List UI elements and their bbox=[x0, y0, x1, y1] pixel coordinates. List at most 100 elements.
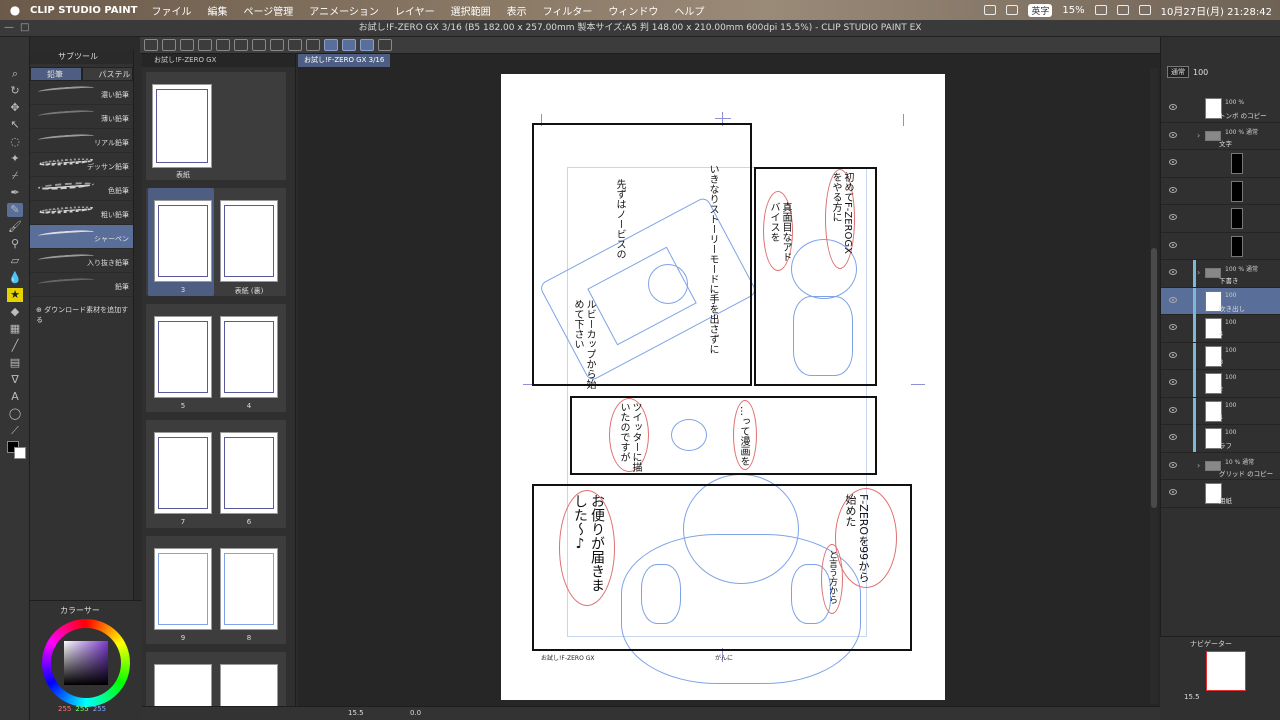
menu-layer[interactable]: レイヤー bbox=[395, 3, 435, 18]
bluetooth-icon[interactable] bbox=[1006, 5, 1019, 15]
zoom-value[interactable]: 15.5 bbox=[348, 709, 364, 717]
magic-wand-icon[interactable]: ✦ bbox=[7, 152, 23, 166]
input-mode-badge[interactable]: 英字 bbox=[1028, 3, 1053, 17]
visibility-eye-icon[interactable] bbox=[1169, 241, 1177, 248]
layer-row[interactable]: › 100 % 通常 文字 bbox=[1161, 123, 1280, 150]
layer-row[interactable]: 100 ラフ bbox=[1161, 425, 1280, 453]
eyedropper-icon[interactable]: ⌿ bbox=[7, 169, 23, 183]
app-name-menu[interactable]: CLIP STUDIO PAINT bbox=[30, 5, 137, 16]
visibility-eye-icon[interactable] bbox=[1169, 434, 1177, 440]
save-icon[interactable] bbox=[198, 39, 212, 51]
clip-studio-icon[interactable] bbox=[144, 39, 158, 51]
dialogue-text[interactable]: と言う方から bbox=[826, 550, 838, 610]
spread-3[interactable]: 3 表紙 (裏) bbox=[146, 188, 286, 296]
layer-row[interactable]: › 100 % 通常 下書き bbox=[1161, 260, 1280, 288]
rotation-value[interactable]: 0.0 bbox=[410, 709, 421, 717]
brush-tool-icon[interactable]: 🖌 bbox=[7, 220, 23, 234]
pencil-tool-icon[interactable]: ✎ bbox=[7, 203, 23, 217]
color-wheel[interactable] bbox=[42, 619, 130, 707]
minimize-icon[interactable]: — bbox=[4, 22, 14, 33]
layer-row[interactable]: 100 3 bbox=[1161, 342, 1280, 370]
ruler-tool-icon[interactable]: ∇ bbox=[7, 373, 23, 387]
menu-view[interactable]: 表示 bbox=[507, 3, 527, 18]
snap-ruler-icon[interactable] bbox=[324, 39, 338, 51]
menu-selection[interactable]: 選択範囲 bbox=[451, 3, 491, 18]
layer-row[interactable] bbox=[1161, 233, 1280, 260]
visibility-eye-icon[interactable] bbox=[1169, 351, 1177, 358]
figure-tool-icon[interactable]: ╱ bbox=[7, 339, 23, 353]
eraser-icon[interactable]: ▱ bbox=[7, 254, 23, 268]
blend-tool-icon[interactable]: 💧 bbox=[7, 271, 23, 285]
zoom-tool-icon[interactable]: ⌕ bbox=[7, 67, 23, 81]
brush-item[interactable]: デッサン鉛筆 bbox=[30, 153, 133, 177]
dialogue-text[interactable]: 先ずはノービスの bbox=[613, 179, 625, 259]
new-file-icon[interactable] bbox=[162, 39, 176, 51]
operation-tool-icon[interactable]: ↖ bbox=[7, 118, 23, 132]
menu-window[interactable]: ウィンドウ bbox=[608, 3, 658, 18]
layer-row[interactable]: 100 吹き出し bbox=[1161, 287, 1280, 315]
visibility-eye-icon[interactable] bbox=[1169, 131, 1177, 138]
page-manager-tab[interactable]: お試し!F-ZERO GX bbox=[142, 54, 295, 67]
brush-item[interactable]: 鉛筆 bbox=[30, 273, 133, 297]
layer-row[interactable]: 100 1 bbox=[1161, 397, 1280, 425]
spread-5-4[interactable]: 5 4 bbox=[146, 304, 286, 412]
brush-item[interactable]: 濃い鉛筆 bbox=[30, 81, 133, 105]
wifi-icon[interactable] bbox=[1116, 5, 1129, 15]
help-icon[interactable] bbox=[378, 39, 392, 51]
manga-page[interactable]: いきなりストーリーモードに手を出さずに 先ずはノービスの ルビーカップから始めて… bbox=[501, 74, 945, 700]
redo-icon[interactable] bbox=[234, 39, 248, 51]
visibility-eye-icon[interactable] bbox=[1169, 214, 1177, 220]
move-tool-icon[interactable]: ✥ bbox=[7, 101, 23, 115]
menu-filter[interactable]: フィルター bbox=[543, 3, 593, 18]
layer-opacity[interactable]: 100 bbox=[1193, 68, 1208, 77]
canvas-area[interactable]: お試し!F-ZERO GX 3/16 いきなりストーリーモードに手を出さずに 先… bbox=[298, 54, 1160, 706]
layer-row[interactable] bbox=[1161, 178, 1280, 205]
layer-row[interactable]: › 10 % 通常 グリッド のコピー bbox=[1161, 453, 1280, 480]
fill-tool-icon[interactable]: ◆ bbox=[7, 305, 23, 319]
visibility-eye-icon[interactable] bbox=[1169, 406, 1177, 413]
restore-icon[interactable]: □ bbox=[20, 22, 29, 33]
color-saturation-square[interactable] bbox=[64, 641, 108, 685]
layer-row[interactable]: 100 4 bbox=[1161, 315, 1280, 343]
menu-edit[interactable]: 編集 bbox=[207, 3, 227, 18]
menu-animation[interactable]: アニメーション bbox=[309, 3, 379, 18]
download-material-button[interactable]: ⊕ ダウンロード素材を追加する bbox=[30, 297, 133, 325]
visibility-eye-icon[interactable] bbox=[1169, 489, 1177, 495]
visibility-eye-icon[interactable] bbox=[1169, 104, 1177, 110]
folder-chevron-icon[interactable]: › bbox=[1197, 268, 1200, 277]
panel-1[interactable] bbox=[532, 123, 752, 386]
canvas-scrollbar[interactable] bbox=[1150, 68, 1158, 704]
snap-grid-icon[interactable] bbox=[360, 39, 374, 51]
visibility-eye-icon[interactable] bbox=[1169, 296, 1177, 303]
undo-icon[interactable] bbox=[216, 39, 230, 51]
text-tool-icon[interactable]: A bbox=[7, 390, 23, 404]
dialogue-text[interactable]: ルビーカップから始めて下さい bbox=[571, 299, 595, 389]
tab-pencil[interactable]: 鉛筆 bbox=[30, 67, 82, 81]
brush-item[interactable]: 入り抜き鉛筆 bbox=[30, 249, 133, 273]
folder-chevron-icon[interactable]: › bbox=[1197, 131, 1200, 140]
menu-page[interactable]: ページ管理 bbox=[243, 3, 293, 18]
tab-pastel[interactable]: パステル bbox=[81, 67, 133, 81]
menu-help[interactable]: ヘルプ bbox=[674, 3, 704, 18]
sub-color-swatch[interactable] bbox=[14, 447, 26, 459]
fill-icon[interactable] bbox=[270, 39, 284, 51]
dialogue-text[interactable]: いきなりストーリーモードに手を出さずに bbox=[706, 164, 718, 364]
blend-mode-select[interactable]: 通常 bbox=[1167, 66, 1189, 78]
visibility-eye-icon[interactable] bbox=[1169, 159, 1177, 165]
document-tab[interactable]: お試し!F-ZERO GX 3/16 bbox=[298, 54, 391, 67]
correct-line-icon[interactable]: ⟋ bbox=[7, 424, 23, 438]
dialogue-text[interactable]: お便りが届きました～♪ bbox=[571, 494, 605, 604]
balloon-tool-icon[interactable]: ◯ bbox=[7, 407, 23, 421]
spread-9-8[interactable]: 9 8 bbox=[146, 536, 286, 644]
dialogue-text[interactable]: ツイッターに描いたのですが bbox=[617, 402, 641, 472]
snap-special-ruler-icon[interactable] bbox=[342, 39, 356, 51]
visibility-eye-icon[interactable] bbox=[1169, 324, 1177, 330]
spread-next[interactable] bbox=[146, 652, 286, 712]
control-center-icon[interactable] bbox=[1138, 5, 1151, 15]
frame-tool-icon[interactable]: ▤ bbox=[7, 356, 23, 370]
layer-row[interactable] bbox=[1161, 205, 1280, 233]
brush-item[interactable]: 薄い鉛筆 bbox=[30, 105, 133, 129]
decoration-tool-icon[interactable]: ★ bbox=[7, 288, 23, 302]
folder-chevron-icon[interactable]: › bbox=[1197, 461, 1200, 470]
brush-item[interactable]: リアル鉛筆 bbox=[30, 129, 133, 153]
